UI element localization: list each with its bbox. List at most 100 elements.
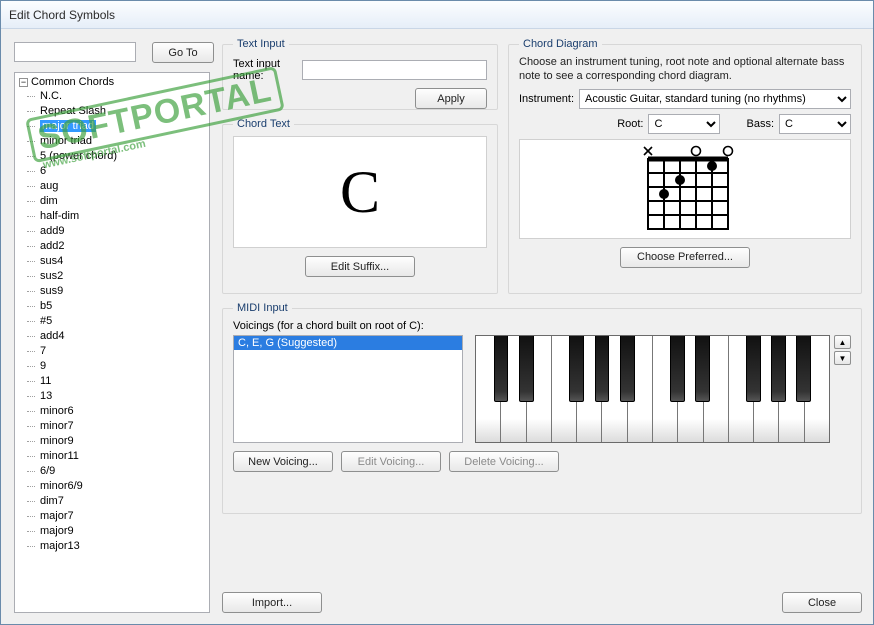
piano-white-key[interactable] [577,336,602,442]
voicings-list[interactable]: C, E, G (Suggested) [233,335,463,443]
tree-item-label: 7 [40,345,46,357]
voicings-label: Voicings (for a chord built on root of C… [233,320,851,332]
tree-item[interactable]: 7 [37,344,209,359]
tree-item[interactable]: add9 [37,224,209,239]
piano-white-key[interactable] [602,336,627,442]
text-input-name-field[interactable] [302,60,487,80]
chord-text-legend: Chord Text [233,118,294,130]
root-combo[interactable]: C [648,114,720,134]
tree-item[interactable]: 11 [37,374,209,389]
new-voicing-button[interactable]: New Voicing... [233,451,333,472]
piano-white-key[interactable] [754,336,779,442]
root-label: Root: [617,118,643,130]
import-button[interactable]: Import... [222,592,322,613]
tree-item-label: minor6 [40,405,74,417]
tree-item-label: major13 [40,540,80,552]
spinner-up-icon[interactable]: ▲ [834,335,851,349]
chord-text-display: C [340,158,380,227]
search-input[interactable] [14,42,136,62]
tree-item-label: 13 [40,390,52,402]
chord-diagram-description: Choose an instrument tuning, root note a… [519,56,851,84]
tree-item[interactable]: minor6 [37,404,209,419]
chord-tree[interactable]: − Common Chords N.C.Repeat Slash major tr… [14,72,210,613]
piano-white-key[interactable] [527,336,552,442]
tree-item-label: 11 [40,375,51,387]
piano-white-key[interactable] [628,336,653,442]
piano-white-key[interactable] [653,336,678,442]
apply-button[interactable]: Apply [415,88,487,109]
tree-item[interactable]: 13 [37,389,209,404]
tree-item[interactable]: sus2 [37,269,209,284]
tree-item[interactable]: 6/9 [37,464,209,479]
delete-voicing-button[interactable]: Delete Voicing... [449,451,559,472]
tree-item-label: dim [40,195,58,207]
tree-item-label: sus4 [40,255,63,267]
midi-input-legend: MIDI Input [233,302,292,314]
tree-item[interactable]: #5 [37,314,209,329]
tree-item-label: sus9 [40,285,63,297]
tree-item[interactable]: minor triad [37,134,209,149]
tree-item-label: 6/9 [40,465,55,477]
tree-root-label: Common Chords [31,76,114,88]
piano-white-key[interactable] [805,336,829,442]
close-button[interactable]: Close [782,592,862,613]
choose-preferred-button[interactable]: Choose Preferred... [620,247,750,268]
bass-combo[interactable]: C [779,114,851,134]
voicing-item[interactable]: C, E, G (Suggested) [234,336,462,350]
tree-item[interactable]: dim7 [37,494,209,509]
tree-item[interactable]: major triad [37,119,209,134]
tree-item[interactable]: major7 [37,509,209,524]
tree-item[interactable]: sus4 [37,254,209,269]
piano-white-key[interactable] [552,336,577,442]
tree-item-label: minor9 [40,435,74,447]
piano-white-key[interactable] [678,336,703,442]
piano-white-key[interactable] [729,336,754,442]
piano-white-key[interactable] [501,336,526,442]
chord-text-preview: C [233,136,487,248]
tree-item[interactable]: N.C. [37,89,209,104]
tree-item[interactable]: major13 [37,539,209,554]
tree-item[interactable]: minor9 [37,434,209,449]
tree-expander-icon[interactable]: − [19,78,28,87]
tree-item-label: dim7 [40,495,64,507]
tree-item[interactable]: minor11 [37,449,209,464]
tree-item[interactable]: major9 [37,524,209,539]
piano-white-key[interactable] [704,336,729,442]
piano-white-key[interactable] [779,336,804,442]
edit-suffix-button[interactable]: Edit Suffix... [305,256,415,277]
instrument-combo[interactable]: Acoustic Guitar, standard tuning (no rhy… [579,89,851,109]
layout-root: Go To − Common Chords N.C.Repeat Slash ma… [12,38,862,613]
tree-item[interactable]: 5 (power chord) [37,149,209,164]
tree-item-label: add2 [40,240,64,252]
edit-voicing-button[interactable]: Edit Voicing... [341,451,441,472]
tree-item[interactable]: minor6/9 [37,479,209,494]
spinner-down-icon[interactable]: ▼ [834,351,851,365]
tree-item-label: major9 [40,525,74,537]
text-input-name-label: Text input name: [233,58,296,82]
tree-item[interactable]: Repeat Slash [37,104,209,119]
tree-item-label: b5 [40,300,52,312]
instrument-label: Instrument: [519,93,574,105]
tree-item-label: major triad [40,120,96,132]
tree-item[interactable]: half-dim [37,209,209,224]
tree-item[interactable]: aug [37,179,209,194]
tree-item[interactable]: sus9 [37,284,209,299]
tree-item-label: minor11 [40,450,79,462]
piano-keyboard[interactable] [475,335,830,443]
text-input-legend: Text Input [233,38,289,50]
tree-item-label: major7 [40,510,74,522]
tree-item-label: Repeat Slash [40,105,106,117]
piano-white-key[interactable] [476,336,501,442]
tree-item[interactable]: 6 [37,164,209,179]
octave-spinner[interactable]: ▲ ▼ [834,335,851,365]
tree-item[interactable]: b5 [37,299,209,314]
tree-item[interactable]: minor7 [37,419,209,434]
tree-item[interactable]: add2 [37,239,209,254]
tree-item[interactable]: dim [37,194,209,209]
text-input-group: Text Input Text input name: Apply [222,38,498,110]
goto-button[interactable]: Go To [152,42,214,63]
tree-item[interactable]: 9 [37,359,209,374]
tree-item-label: half-dim [40,210,79,222]
tree-item-label: aug [40,180,58,192]
tree-item[interactable]: add4 [37,329,209,344]
